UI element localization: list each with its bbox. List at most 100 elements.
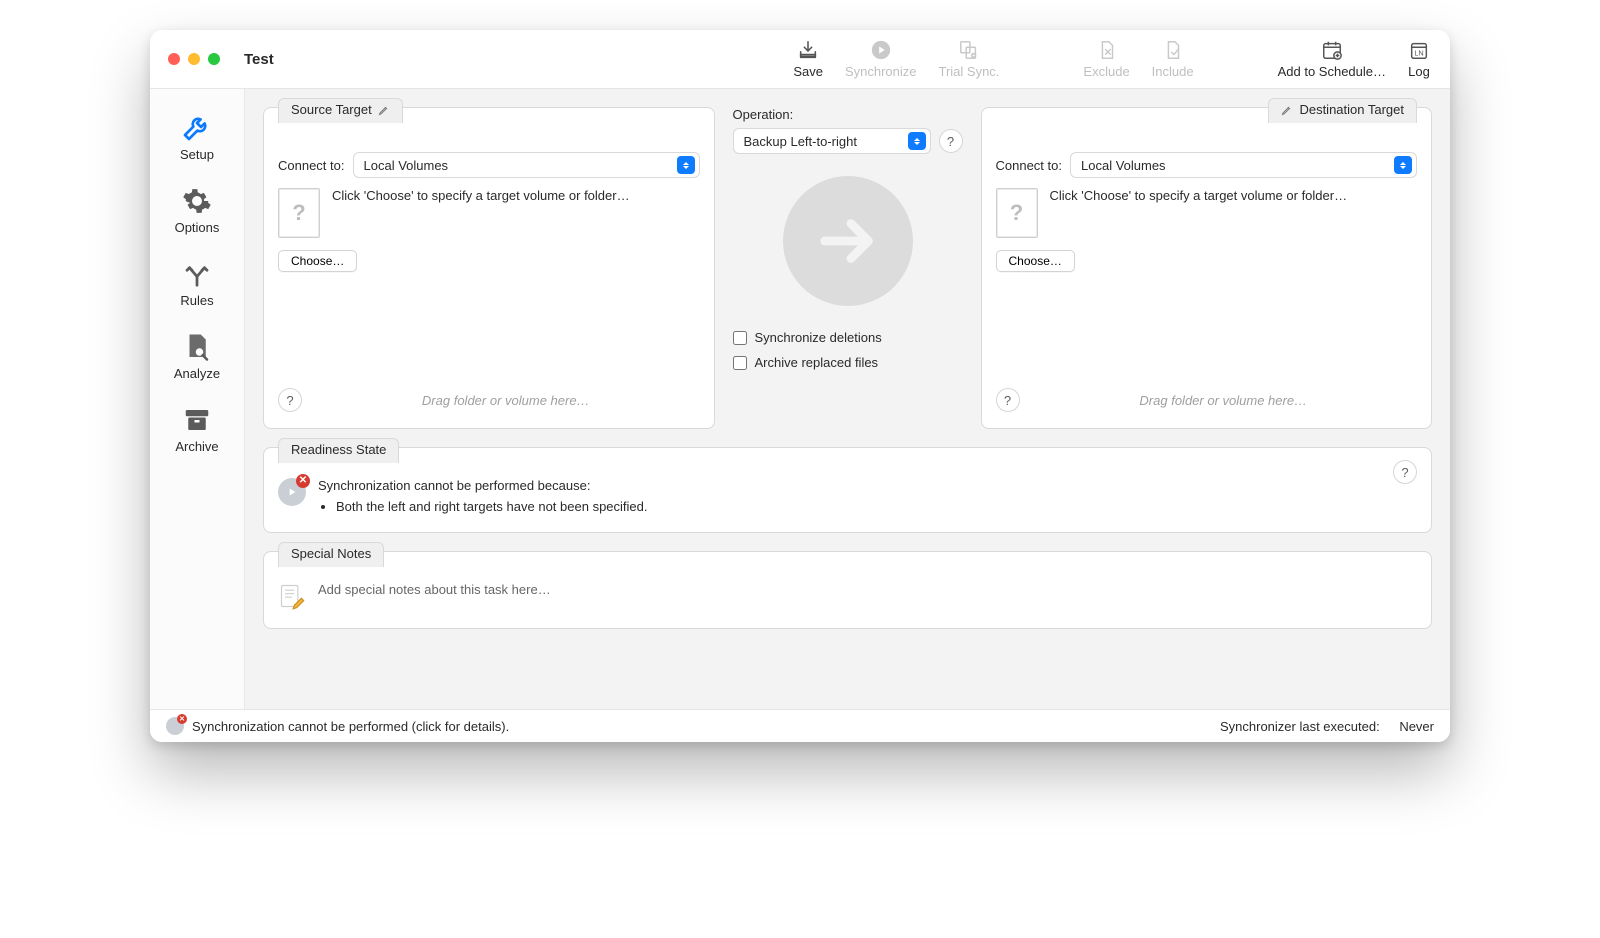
operation-select[interactable]: Backup Left-to-right [733,128,931,154]
source-target-panel: Source Target Connect to: Local Volumes … [263,107,715,429]
readiness-tab: Readiness State [278,438,399,463]
readiness-panel: Readiness State ? ✕ Synchronization cann… [263,447,1432,533]
include-label: Include [1152,64,1194,79]
source-target-tab-label: Source Target [291,102,372,117]
svg-text:LN: LN [1414,49,1423,58]
destination-connect-label: Connect to: [996,158,1063,173]
special-notes-tab: Special Notes [278,542,384,567]
save-button[interactable]: Save [793,39,823,79]
trial-sync-label: Trial Sync. [939,64,1000,79]
destination-target-panel: Destination Target Connect to: Local Vol… [981,107,1433,429]
unknown-file-icon [996,188,1038,238]
sidebar-item-analyze[interactable]: Analyze [150,320,244,393]
sidebar-item-options[interactable]: Options [150,174,244,247]
schedule-icon [1321,39,1343,61]
status-last-value: Never [1399,719,1434,734]
popup-arrows-icon [908,132,926,150]
source-help-button[interactable]: ? [278,388,302,412]
status-error-icon: ✕ [166,717,184,735]
operation-help-button[interactable]: ? [939,129,963,153]
window-title: Test [244,51,274,68]
app-window: Test Save Synchronize Trial Sync. Exclud… [150,30,1450,742]
save-icon [797,39,819,61]
archive-replaced-input[interactable] [733,356,747,370]
log-button[interactable]: LN Log [1408,39,1430,79]
special-notes-tab-label: Special Notes [291,546,371,561]
operation-column: Operation: Backup Left-to-right ? [733,107,963,429]
popup-arrows-icon [1394,156,1412,174]
sidebar: Setup Options Rules Analyze Archive [150,89,245,709]
sidebar-item-label: Archive [175,439,218,454]
destination-choose-button[interactable]: Choose… [996,250,1075,272]
source-target-tab[interactable]: Source Target [278,98,403,123]
close-window-button[interactable] [168,53,180,65]
sidebar-item-archive[interactable]: Archive [150,393,244,466]
sidebar-item-label: Setup [180,147,214,162]
add-to-schedule-button[interactable]: Add to Schedule… [1278,39,1386,79]
sidebar-item-label: Analyze [174,366,220,381]
include-button[interactable]: Include [1152,39,1194,79]
sync-deletions-input[interactable] [733,331,747,345]
special-notes-panel: Special Notes Add special notes about th… [263,551,1432,629]
sidebar-item-setup[interactable]: Setup [150,99,244,174]
content: Source Target Connect to: Local Volumes … [245,89,1450,709]
sidebar-item-rules[interactable]: Rules [150,247,244,320]
toolbar: Save Synchronize Trial Sync. Exclude Inc… [793,39,1430,79]
pencil-icon [378,104,390,116]
readiness-help-button[interactable]: ? [1393,460,1417,484]
sidebar-item-label: Rules [180,293,213,308]
destination-target-tab-label: Destination Target [1299,102,1404,117]
destination-connect-select[interactable]: Local Volumes [1070,152,1417,178]
source-connect-label: Connect to: [278,158,345,173]
source-drop-hint: Drag folder or volume here… [312,393,700,408]
popup-arrows-icon [677,156,695,174]
body: Setup Options Rules Analyze Archive [150,89,1450,709]
status-bar: ✕ Synchronization cannot be performed (c… [150,709,1450,742]
sync-deletions-label: Synchronize deletions [755,330,882,345]
zoom-window-button[interactable] [208,53,220,65]
exclude-label: Exclude [1083,64,1129,79]
window-controls [168,53,220,65]
pencil-icon [1281,104,1293,116]
source-connect-select[interactable]: Local Volumes [353,152,700,178]
exclude-button[interactable]: Exclude [1083,39,1129,79]
destination-connect-row: Connect to: Local Volumes [996,152,1418,178]
status-message[interactable]: Synchronization cannot be performed (cli… [192,719,509,734]
play-error-icon: ✕ [278,478,306,506]
destination-target-tab[interactable]: Destination Target [1268,98,1417,123]
analyze-icon [182,332,212,362]
operation-value: Backup Left-to-right [744,134,857,149]
minimize-window-button[interactable] [188,53,200,65]
targets-row: Source Target Connect to: Local Volumes … [263,107,1432,429]
archive-replaced-label: Archive replaced files [755,355,879,370]
synchronize-label: Synchronize [845,64,917,79]
special-notes-field[interactable]: Add special notes about this task here… [318,582,551,597]
destination-connect-value: Local Volumes [1081,158,1166,173]
status-last-label: Synchronizer last executed: [1220,719,1380,734]
archive-icon [182,405,212,435]
direction-arrow-icon [783,176,913,306]
log-label: Log [1408,64,1430,79]
unknown-file-icon [278,188,320,238]
include-icon [1162,39,1184,61]
source-choose-button[interactable]: Choose… [278,250,357,272]
operation-label: Operation: [733,107,963,122]
sync-deletions-checkbox[interactable]: Synchronize deletions [733,330,963,345]
log-icon: LN [1408,39,1430,61]
play-icon [870,39,892,61]
synchronize-button[interactable]: Synchronize [845,39,917,79]
note-pencil-icon [278,582,306,610]
destination-help-button[interactable]: ? [996,388,1020,412]
readiness-tab-label: Readiness State [291,442,386,457]
archive-replaced-checkbox[interactable]: Archive replaced files [733,355,963,370]
save-label: Save [793,64,823,79]
trial-sync-button[interactable]: Trial Sync. [939,39,1000,79]
exclude-icon [1096,39,1118,61]
sidebar-item-label: Options [175,220,220,235]
wrench-icon [181,111,213,143]
gear-icon [182,186,212,216]
branch-icon [182,259,212,289]
readiness-headline: Synchronization cannot be performed beca… [318,478,648,493]
destination-hint: Click 'Choose' to specify a target volum… [1050,188,1348,238]
trial-sync-icon [958,39,980,61]
